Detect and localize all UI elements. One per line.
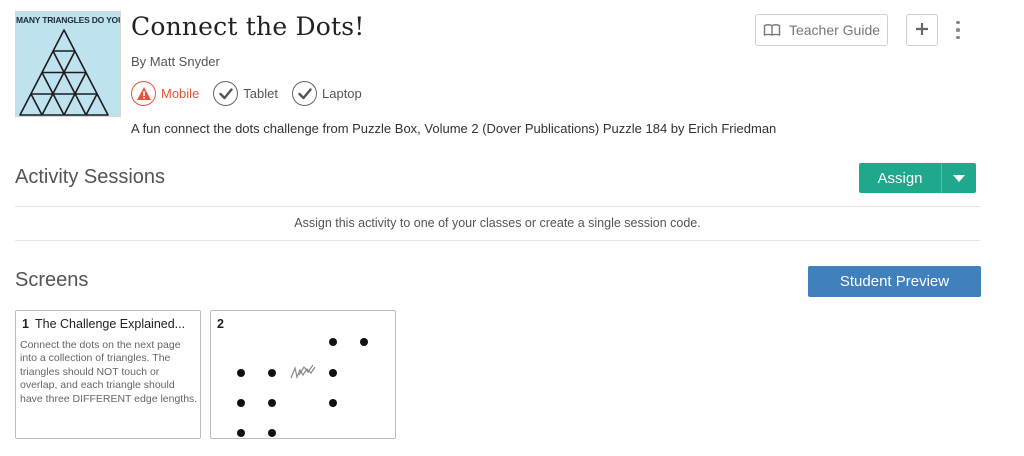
assign-button-group[interactable]: Assign [859, 163, 976, 193]
device-label: Tablet [243, 86, 278, 101]
screens-heading: Screens [15, 269, 89, 291]
add-button[interactable] [906, 14, 938, 46]
check-icon [213, 81, 239, 106]
activity-description: A fun connect the dots challenge from Pu… [131, 121, 777, 136]
device-laptop: Laptop [292, 81, 362, 106]
assign-dropdown-toggle[interactable] [941, 163, 976, 193]
divider [15, 206, 980, 207]
dot-grid-preview [237, 338, 368, 437]
device-tablet: Tablet [213, 81, 278, 106]
kebab-menu-icon [956, 20, 960, 25]
more-options-button[interactable] [950, 16, 966, 44]
screen-card-1[interactable]: 1 The Challenge Explained... Connect the… [15, 310, 201, 439]
check-icon [292, 81, 317, 106]
triangle-grid-illustration [19, 29, 109, 116]
plus-icon [915, 22, 929, 39]
scribble-mark [290, 364, 316, 379]
device-label: Mobile [161, 86, 200, 101]
activity-author: By Matt Snyder [131, 54, 220, 69]
sessions-empty-message: Assign this activity to one of your clas… [294, 216, 701, 230]
student-preview-button[interactable]: Student Preview [808, 266, 981, 297]
device-mobile: Mobile [131, 81, 199, 106]
screen-card-2[interactable]: 2 [210, 310, 396, 439]
teacher-guide-label: Teacher Guide [788, 22, 881, 38]
device-label: Laptop [322, 86, 362, 101]
caret-down-icon [953, 174, 965, 182]
screen-preview-text: Connect the dots on the next page into a… [20, 339, 198, 405]
warning-icon [131, 81, 156, 106]
activity-title: Connect the Dots! [131, 12, 365, 41]
thumbnail-caption: MANY TRIANGLES DO YOU [16, 15, 121, 25]
teacher-guide-button[interactable]: Teacher Guide [755, 14, 888, 46]
book-icon [763, 23, 781, 37]
screen-title: The Challenge Explained... [35, 317, 186, 331]
activity-thumbnail: MANY TRIANGLES DO YOU [15, 11, 121, 117]
screen-number: 1 [22, 317, 29, 331]
device-support-list: Mobile Tablet Laptop [131, 81, 376, 106]
assign-button[interactable]: Assign [859, 163, 941, 193]
activity-sessions-heading: Activity Sessions [15, 166, 166, 188]
divider [15, 240, 980, 241]
